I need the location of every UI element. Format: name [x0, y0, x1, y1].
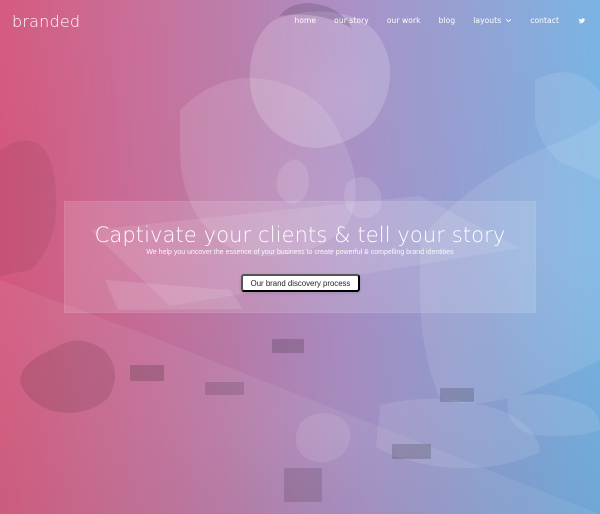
nav-label-home: home: [294, 16, 317, 25]
nav-label-our-story: our story: [334, 16, 369, 25]
site-header: branded home our story our work blog lay…: [0, 0, 600, 42]
nav-label-our-work: our work: [386, 16, 421, 25]
hero-title: Captivate your clients & tell your story: [94, 223, 506, 248]
nav-item-our-work[interactable]: our work: [387, 16, 421, 25]
nav-item-our-story[interactable]: our story: [334, 16, 369, 25]
hero-text-panel: [64, 201, 536, 313]
nav-item-layouts[interactable]: layouts: [473, 16, 512, 25]
hero-section: Captivate your clients & tell your story…: [0, 0, 600, 514]
nav-label-contact: contact: [530, 16, 559, 25]
nav-item-blog[interactable]: blog: [439, 16, 456, 25]
main-nav: home our story our work blog layouts con…: [294, 16, 586, 25]
twitter-icon: [578, 18, 586, 24]
nav-item-contact[interactable]: contact: [530, 16, 559, 25]
brand-discovery-button[interactable]: Our brand discovery process: [241, 274, 360, 292]
hero-screen: branded home our story our work blog lay…: [0, 0, 600, 514]
twitter-link[interactable]: [577, 16, 586, 25]
site-logo[interactable]: branded: [12, 12, 80, 31]
chevron-down-icon: [506, 19, 512, 22]
hero-subtitle: We help you uncover the essence of your …: [146, 249, 454, 256]
nav-label-blog: blog: [438, 16, 456, 25]
nav-label-layouts: layouts: [473, 16, 502, 25]
nav-item-home[interactable]: home: [294, 16, 316, 25]
